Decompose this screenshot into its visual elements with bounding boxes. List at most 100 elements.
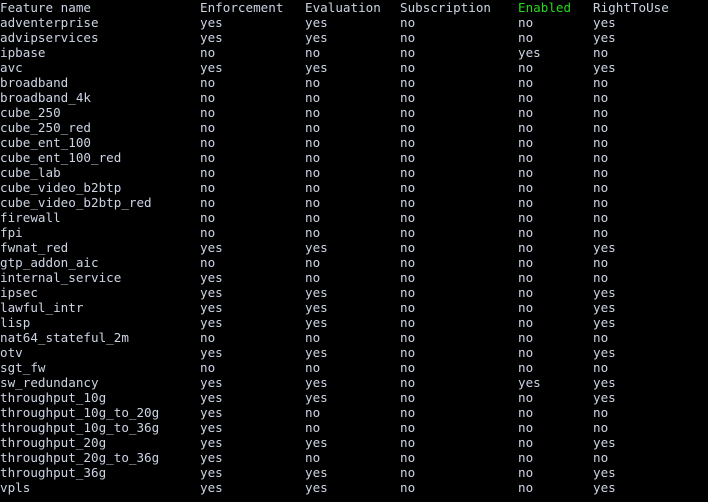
cell-subscription: no [400, 30, 416, 45]
column-header-righttouse: RightToUse [593, 0, 669, 15]
cell-evaluation: no [305, 90, 321, 105]
table-body: adventerprise yes yes no no yes advipservices y… [0, 15, 708, 495]
cell-righttouse: no [593, 120, 609, 135]
cell-righttouse: no [593, 180, 609, 195]
cell-evaluation: no [305, 405, 321, 420]
cell-subscription: no [400, 480, 416, 495]
table-row: broadband_4k no no no no no [0, 90, 708, 105]
table-row: gtp_addon_aic no no no no no [0, 255, 708, 270]
cell-enforcement: yes [200, 375, 223, 390]
cell-feature-name: vpls [0, 480, 31, 495]
cell-righttouse: yes [593, 435, 616, 450]
cell-evaluation: no [305, 150, 321, 165]
cell-righttouse: no [593, 90, 609, 105]
cell-enforcement: yes [200, 420, 223, 435]
cell-enforcement: yes [200, 315, 223, 330]
table-row: advipservices yes yes no no yes [0, 30, 708, 45]
cell-enabled: no [518, 300, 534, 315]
cell-enabled: no [518, 150, 534, 165]
cell-feature-name: throughput_10g [0, 390, 107, 405]
cell-subscription: no [400, 345, 416, 360]
cell-enabled: no [518, 345, 534, 360]
cell-enabled: no [518, 75, 534, 90]
cell-righttouse: no [593, 270, 609, 285]
cell-enabled: no [518, 435, 534, 450]
cell-righttouse: no [593, 135, 609, 150]
cell-evaluation: yes [305, 435, 328, 450]
cell-righttouse: yes [593, 315, 616, 330]
terminal-window: Feature name Enforcement Evaluation Subs… [0, 0, 708, 502]
cell-subscription: no [400, 450, 416, 465]
cell-righttouse: no [593, 255, 609, 270]
cell-evaluation: yes [305, 60, 328, 75]
table-row: throughput_20g_to_36g yes no no no no [0, 450, 708, 465]
cell-righttouse: yes [593, 300, 616, 315]
cell-feature-name: adventerprise [0, 15, 99, 30]
cell-righttouse: no [593, 225, 609, 240]
cell-subscription: no [400, 180, 416, 195]
table-row: cube_250_red no no no no no [0, 120, 708, 135]
cell-subscription: no [400, 435, 416, 450]
cell-righttouse: no [593, 450, 609, 465]
cell-enforcement: no [200, 225, 216, 240]
cell-enforcement: yes [200, 240, 223, 255]
cell-enforcement: no [200, 330, 216, 345]
cell-feature-name: ipsec [0, 285, 38, 300]
cell-righttouse: yes [593, 480, 616, 495]
cell-evaluation: no [305, 195, 321, 210]
cell-enabled: no [518, 270, 534, 285]
table-row: fwnat_red yes yes no no yes [0, 240, 708, 255]
cell-enforcement: no [200, 135, 216, 150]
cell-enforcement: no [200, 255, 216, 270]
cell-righttouse: no [593, 195, 609, 210]
cell-enabled: no [518, 465, 534, 480]
cell-enabled: no [518, 480, 534, 495]
cell-feature-name: cube_lab [0, 165, 61, 180]
cell-feature-name: lawful_intr [0, 300, 84, 315]
cell-subscription: no [400, 90, 416, 105]
cell-enabled: no [518, 390, 534, 405]
cell-enabled: no [518, 405, 534, 420]
cell-feature-name: otv [0, 345, 23, 360]
cell-evaluation: no [305, 255, 321, 270]
cell-subscription: no [400, 330, 416, 345]
column-header-feature-name: Feature name [0, 0, 91, 15]
cell-enforcement: no [200, 165, 216, 180]
cell-evaluation: yes [305, 300, 328, 315]
cell-subscription: no [400, 465, 416, 480]
cell-evaluation: no [305, 75, 321, 90]
cell-feature-name: throughput_20g_to_36g [0, 450, 160, 465]
cell-subscription: no [400, 15, 416, 30]
table-row: vpls yes yes no no yes [0, 480, 708, 495]
cell-righttouse: yes [593, 60, 616, 75]
cell-enforcement: no [200, 150, 216, 165]
cell-enforcement: no [200, 45, 216, 60]
cell-enabled: no [518, 15, 534, 30]
cell-evaluation: no [305, 420, 321, 435]
cell-subscription: no [400, 210, 416, 225]
cell-enabled: no [518, 285, 534, 300]
cell-enforcement: yes [200, 15, 223, 30]
cell-feature-name: cube_ent_100 [0, 135, 91, 150]
cell-subscription: no [400, 390, 416, 405]
table-row: cube_lab no no no no no [0, 165, 708, 180]
cell-feature-name: avc [0, 60, 23, 75]
cell-righttouse: yes [593, 30, 616, 45]
cell-evaluation: no [305, 210, 321, 225]
cell-feature-name: cube_250 [0, 105, 61, 120]
table-row: adventerprise yes yes no no yes [0, 15, 708, 30]
cell-righttouse: no [593, 420, 609, 435]
cell-feature-name: sgt_fw [0, 360, 46, 375]
column-header-evaluation: Evaluation [305, 0, 381, 15]
cell-enabled: no [518, 450, 534, 465]
cell-feature-name: throughput_10g_to_36g [0, 420, 160, 435]
cell-enabled: no [518, 360, 534, 375]
cell-feature-name: broadband_4k [0, 90, 91, 105]
cell-evaluation: no [305, 120, 321, 135]
cell-feature-name: fpi [0, 225, 23, 240]
cell-evaluation: yes [305, 390, 328, 405]
cell-enabled: no [518, 315, 534, 330]
cell-righttouse: no [593, 210, 609, 225]
cell-feature-name: cube_video_b2btp [0, 180, 122, 195]
cell-enforcement: no [200, 210, 216, 225]
